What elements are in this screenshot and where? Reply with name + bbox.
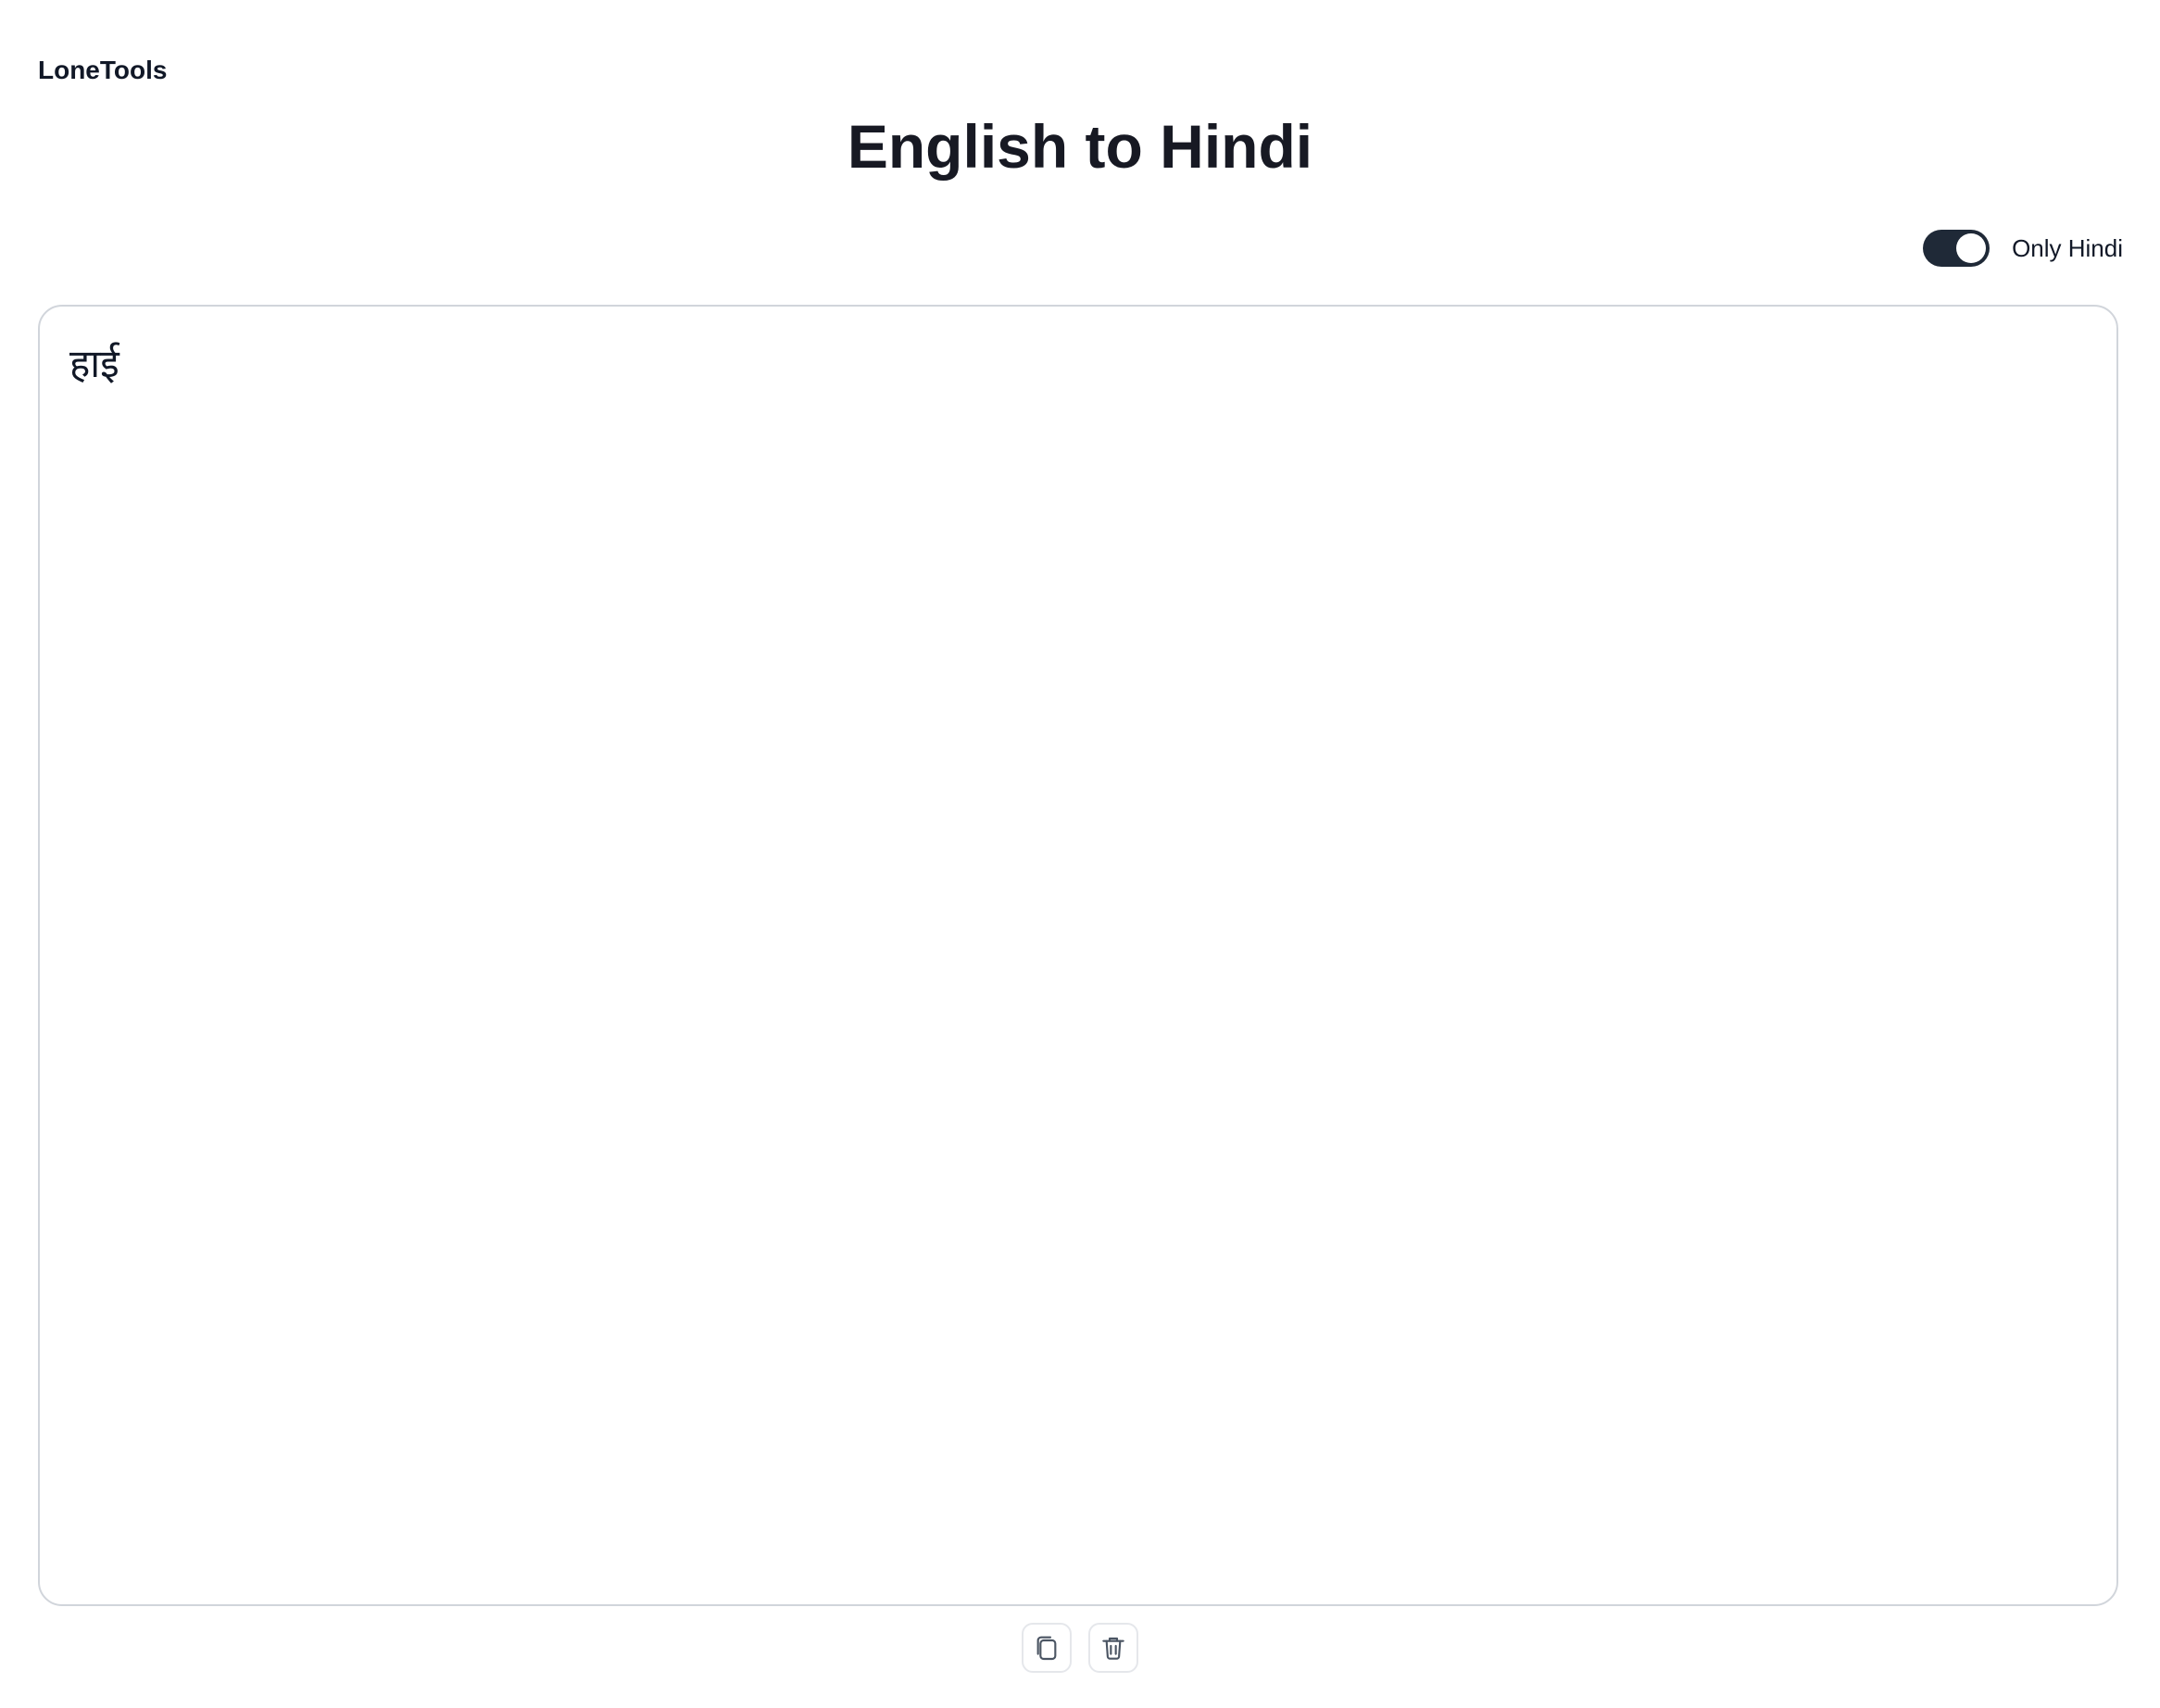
- copy-button[interactable]: [1022, 1623, 1072, 1673]
- trash-icon: [1102, 1637, 1124, 1660]
- only-hindi-label: Only Hindi: [2012, 234, 2123, 262]
- toggle-knob: [1956, 233, 1987, 263]
- page: LoneTools English to Hindi Only Hindi हा…: [0, 0, 2160, 1708]
- page-title: English to Hindi: [847, 112, 1313, 181]
- copy-icon: [1036, 1636, 1057, 1661]
- text-editor[interactable]: हाई: [38, 305, 2118, 1606]
- brand-logo[interactable]: LoneTools: [38, 54, 167, 87]
- editor-actions: [0, 1623, 2160, 1673]
- only-hindi-toggle-group: Only Hindi: [1923, 230, 2123, 267]
- only-hindi-toggle[interactable]: [1923, 230, 1990, 267]
- clear-button[interactable]: [1088, 1623, 1138, 1673]
